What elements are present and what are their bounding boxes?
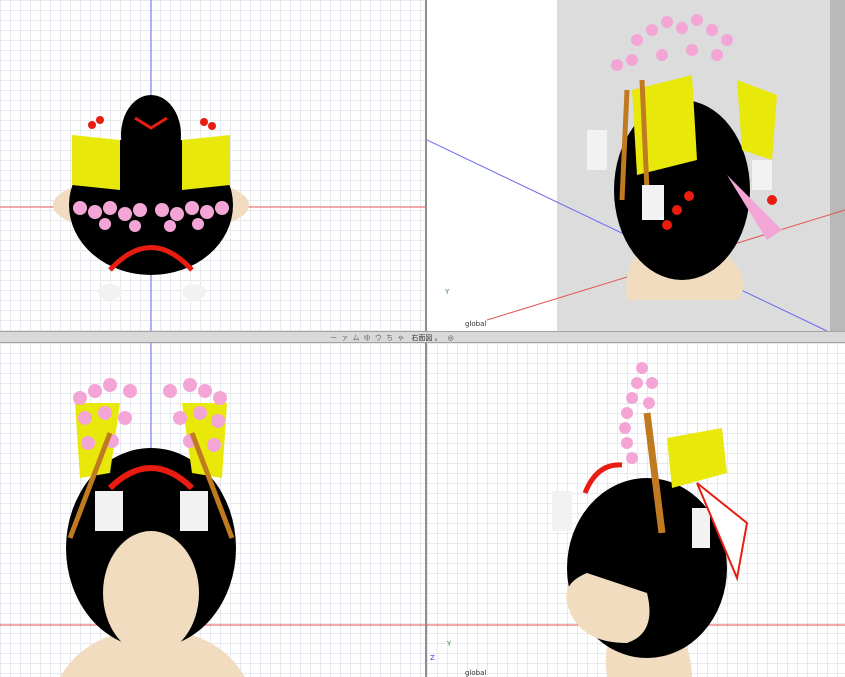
side-viewport[interactable]: Y Z global: [427, 343, 845, 677]
top-viewport[interactable]: [0, 0, 425, 331]
view-name-label[interactable]: 右面図 。: [411, 333, 441, 343]
y-axis-letter-side: Y: [447, 640, 452, 648]
y-axis-letter: Y: [445, 288, 450, 296]
perspective-axis-label: global: [465, 320, 487, 328]
z-axis-letter-side: Z: [430, 654, 435, 662]
left-ribbon: [72, 135, 120, 190]
front-view-canvas: [0, 343, 425, 677]
face-shape: [103, 531, 199, 655]
view-tool-icons[interactable]: ー ァ ム ゆ ウ ち ゃ: [330, 333, 405, 343]
right-ribbon: [182, 135, 230, 190]
view-toolbar: ー ァ ム ゆ ウ ち ゃ 右面図 。 ◎: [330, 332, 454, 343]
ribbon: [667, 428, 727, 488]
perspective-view-canvas: [427, 0, 845, 331]
side-axis-label: global: [465, 669, 487, 677]
perspective-viewport[interactable]: global Y: [427, 0, 845, 331]
floor-plane: [427, 0, 557, 331]
front-viewport[interactable]: [0, 343, 425, 677]
view-circle-button[interactable]: ◎: [448, 334, 454, 342]
top-view-canvas: [0, 0, 425, 331]
side-view-canvas: [427, 362, 845, 677]
paper-tassels: [98, 284, 206, 300]
